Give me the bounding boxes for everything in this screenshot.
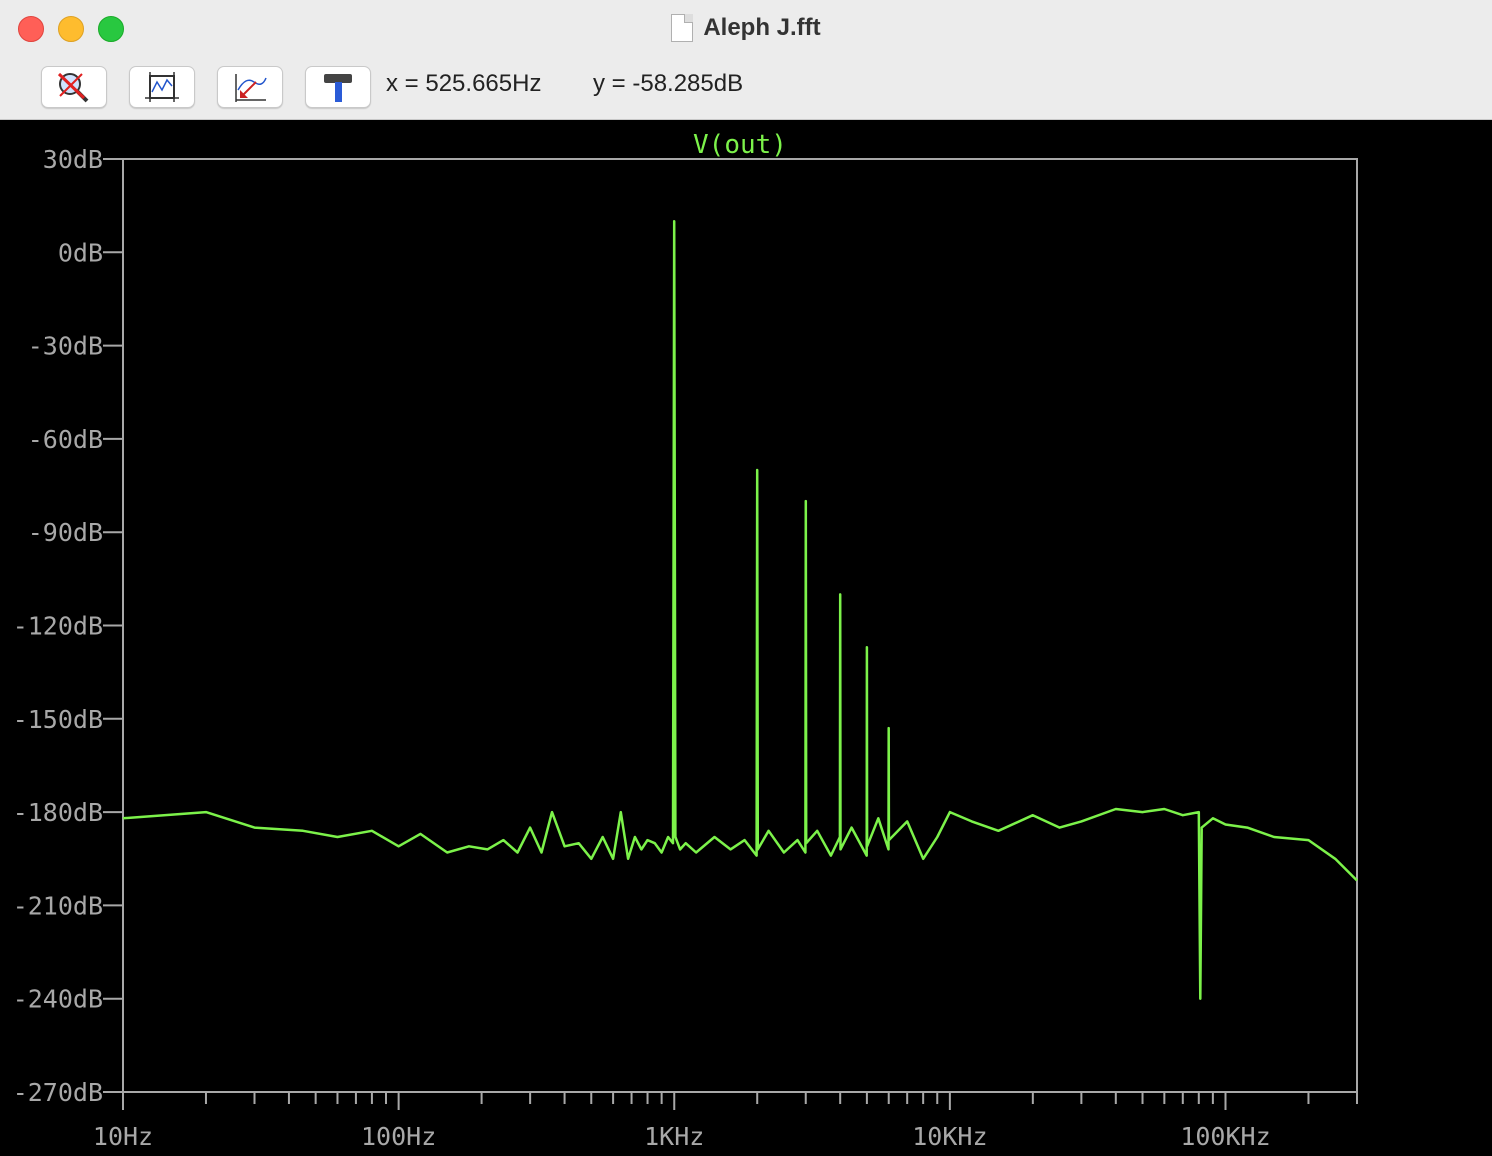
y-tick-label: -30dB — [28, 332, 103, 361]
cursor-y-readout: y = -58.285dB — [593, 70, 744, 97]
fft-chart[interactable]: V(out) 30dB 0dB -30dB -60dB -90dB -120dB -150dB… — [0, 120, 1492, 1156]
x-tick-label: 1KHz — [644, 1122, 704, 1151]
window-title-group: Aleph J.fft — [0, 0, 1492, 56]
toolbar: x = 525.665Hz y = -58.285dB — [0, 56, 1492, 120]
series-line — [122, 219, 1358, 1000]
hammer-button[interactable] — [305, 66, 371, 108]
pick-trace-icon — [235, 74, 267, 102]
x-tick-label: 100KHz — [1180, 1122, 1270, 1151]
y-tick-label: -210dB — [13, 891, 103, 920]
x-tick-label: 10Hz — [93, 1122, 153, 1151]
y-tick-label: -270dB — [13, 1078, 103, 1107]
x-tick-label: 100Hz — [361, 1122, 436, 1151]
pick-trace-button[interactable] — [217, 66, 283, 108]
y-tick-label: 30dB — [43, 145, 103, 174]
document-icon — [671, 14, 694, 42]
y-tick-label: 0dB — [58, 238, 103, 267]
autorange-icon — [145, 72, 179, 102]
plot-pane[interactable]: V(out) 30dB 0dB -30dB -60dB -90dB -120dB -150dB… — [0, 120, 1492, 1156]
zoom-cancel-button[interactable] — [41, 66, 107, 108]
zoom-cancel-icon — [57, 72, 89, 103]
y-tick-label: -60dB — [28, 425, 103, 454]
x-tick-label: 10KHz — [912, 1122, 987, 1151]
chart-title: V(out) — [693, 130, 787, 160]
y-tick-label: -150dB — [13, 705, 103, 734]
fft-window: Aleph J.fft x = 525.665Hz y = -58.285dB … — [0, 0, 1492, 1156]
plot-frame — [122, 158, 1358, 1093]
hammer-icon — [324, 74, 352, 102]
autorange-button[interactable] — [129, 66, 195, 108]
y-tick-label: -120dB — [13, 612, 103, 641]
cursor-x-readout: x = 525.665Hz — [386, 70, 542, 97]
title-bar: Aleph J.fft — [0, 0, 1492, 57]
y-tick-label: -90dB — [28, 518, 103, 547]
y-tick-label: -180dB — [13, 798, 103, 827]
window-title: Aleph J.fft — [703, 14, 821, 41]
y-tick-label: -240dB — [13, 985, 103, 1014]
